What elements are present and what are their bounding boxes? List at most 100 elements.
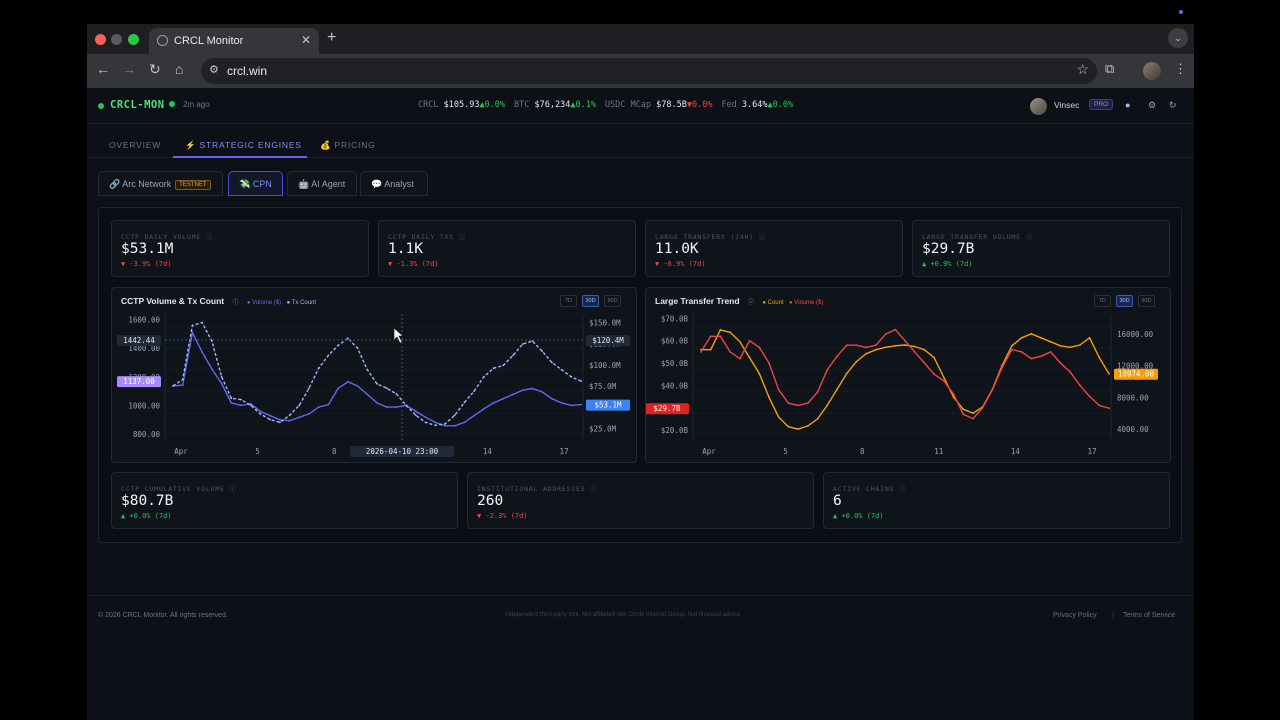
- series-point: [327, 354, 330, 357]
- site-info-icon[interactable]: ⚙: [209, 63, 219, 76]
- series-point: [1108, 407, 1110, 410]
- series-point: [787, 402, 790, 404]
- extensions-puzzle-icon[interactable]: ⧉: [1105, 61, 1114, 77]
- large-transfer-chart-plot[interactable]: $20.0B$30.0B$40.0B$50.0B$60.0B$70.0B4000…: [646, 288, 1172, 464]
- series-point: [211, 368, 213, 370]
- series-point: [865, 346, 867, 349]
- series-line-tx-count: [172, 321, 582, 427]
- subtab-ai-agent[interactable]: 🤖 AI Agent: [287, 171, 357, 196]
- metric-change: ▼ -3.9% (7d): [121, 260, 172, 268]
- series-point: [1040, 336, 1042, 339]
- subtab-cpn[interactable]: 💸 CPN: [228, 171, 283, 196]
- brand-logo[interactable]: CRCL-MON: [110, 99, 165, 111]
- series-point: [269, 414, 271, 417]
- privacy-policy-link[interactable]: Privacy Policy: [1053, 612, 1097, 619]
- series-point: [298, 404, 301, 407]
- series-point: [1020, 336, 1023, 339]
- series-point: [894, 344, 897, 347]
- bookmark-star-icon[interactable]: ☆: [1076, 61, 1089, 78]
- user-avatar[interactable]: [1030, 98, 1047, 115]
- series-point: [172, 384, 174, 387]
- zoom-window-button[interactable]: [128, 34, 139, 45]
- series-point: [580, 403, 582, 406]
- series-point: [473, 414, 475, 417]
- series-point: [424, 421, 427, 424]
- metric-change: ▼ -1.3% (7d): [388, 260, 439, 268]
- new-tab-icon[interactable]: +: [327, 29, 336, 47]
- kebab-menu-icon[interactable]: ⋮: [1174, 61, 1187, 77]
- theme-toggle-icon[interactable]: ●: [1125, 100, 1130, 110]
- metric-label: INSTITUTIONAL ADDRESSES ⓘ: [477, 485, 598, 493]
- series-point: [826, 404, 829, 407]
- forward-arrow-icon[interactable]: →: [122, 61, 136, 77]
- series-point: [981, 406, 984, 409]
- metric-label: ACTIVE CHAINS ⓘ: [833, 485, 907, 493]
- series-point: [739, 357, 741, 360]
- cctp-chart-plot[interactable]: 800.001000.001200.001400.001600.00$25.0M…: [112, 288, 638, 464]
- ticker-1: BTC $76,234▲0.1%: [514, 100, 596, 110]
- series-point: [308, 387, 310, 390]
- series-point: [991, 388, 994, 391]
- x-axis-tick: 17: [1087, 447, 1096, 456]
- series-point: [875, 344, 877, 347]
- series-point: [923, 362, 926, 364]
- metric-card: LARGE TRANSFER VOLUME ⓘ $29.7B ▲ +0.9% (7d…: [912, 220, 1170, 277]
- series-point: [1069, 346, 1071, 349]
- ticker-value: $105.93: [443, 100, 480, 110]
- series-point: [434, 424, 437, 427]
- close-tab-icon[interactable]: ✕: [301, 33, 311, 47]
- right-axis-tick: 4000.00: [1117, 425, 1149, 434]
- series-point: [1108, 372, 1110, 375]
- user-name[interactable]: Vinsec: [1054, 100, 1079, 110]
- reload-icon[interactable]: ↻: [149, 61, 161, 78]
- series-point: [240, 398, 242, 401]
- series-point: [395, 406, 398, 408]
- screen-indicator-dot: [1179, 10, 1183, 14]
- subtab-arc-network[interactable]: 🔗 Arc Network TESTNET: [98, 171, 223, 196]
- tab-strategic-engines[interactable]: ⚡ STRATEGIC ENGINES: [185, 140, 302, 151]
- close-window-button[interactable]: [95, 34, 106, 45]
- series-point: [269, 418, 271, 421]
- series-point: [1020, 351, 1023, 353]
- refresh-icon[interactable]: ↻: [1169, 100, 1177, 111]
- series-point: [298, 416, 301, 419]
- settings-gear-icon[interactable]: ⚙: [1148, 100, 1156, 111]
- address-bar[interactable]: ⚙ crcl.win ☆: [201, 58, 1097, 84]
- x-axis-tick: 14: [1011, 447, 1021, 456]
- back-arrow-icon[interactable]: ←: [96, 61, 110, 77]
- metric-change: ▲ +0.0% (7d): [121, 512, 172, 520]
- series-point: [317, 367, 320, 370]
- x-axis-tick: 5: [255, 447, 260, 456]
- series-point: [259, 413, 262, 415]
- series-point: [483, 375, 485, 378]
- home-icon[interactable]: ⌂: [175, 61, 183, 77]
- left-axis-tick: $60.0B: [661, 337, 689, 346]
- metric-change: ▼ -6.9% (7d): [655, 260, 706, 268]
- right-axis-tick: $100.0M: [589, 361, 621, 370]
- x-axis-tick: 11: [934, 447, 943, 456]
- tab-pricing[interactable]: 💰 PRICING: [320, 140, 376, 151]
- browser-tab[interactable]: CRCL Monitor ✕: [149, 28, 319, 54]
- main-nav: OVERVIEW ⚡ STRATEGIC ENGINES 💰 PRICING: [87, 124, 1194, 158]
- terms-of-service-link[interactable]: Terms of Service: [1123, 612, 1175, 619]
- tab-overview[interactable]: OVERVIEW: [109, 140, 161, 150]
- series-point: [570, 375, 573, 378]
- series-point: [230, 402, 233, 404]
- series-point: [415, 410, 417, 413]
- subtab-analyst[interactable]: 💬 Analyst: [360, 171, 428, 196]
- minimize-window-button[interactable]: [111, 34, 122, 45]
- series-point: [259, 410, 262, 413]
- profile-avatar[interactable]: [1143, 62, 1161, 80]
- series-point: [807, 425, 809, 427]
- metric-label: LARGE TRANSFERS (24H) ⓘ: [655, 233, 766, 241]
- x-axis-tick: 8: [332, 447, 337, 456]
- tab-search-chevron-icon[interactable]: ⌄: [1168, 28, 1188, 48]
- metric-label: CCTP CUMULATIVE VOLUME ⓘ: [121, 485, 237, 493]
- series-point: [1098, 356, 1101, 359]
- left-axis-tick: 800.00: [133, 430, 161, 439]
- series-point: [962, 408, 965, 411]
- series-point: [191, 331, 194, 334]
- series-point: [502, 397, 505, 400]
- series-point: [385, 387, 388, 390]
- series-point: [376, 402, 378, 404]
